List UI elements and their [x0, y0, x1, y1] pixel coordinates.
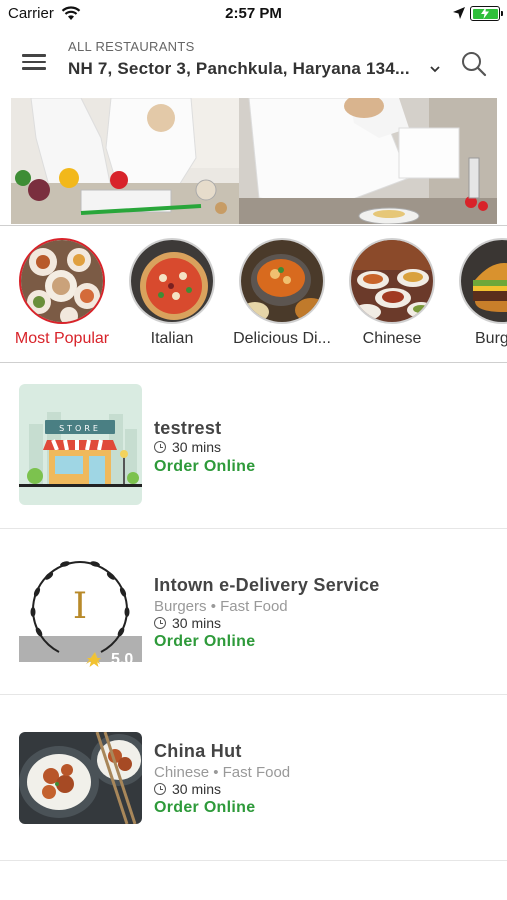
- star-icon: [87, 653, 101, 667]
- category-image: [459, 238, 507, 324]
- banner-image-chef-left: [11, 98, 239, 224]
- chevron-down-icon[interactable]: [429, 64, 441, 74]
- clock-icon: [154, 617, 166, 629]
- logo-letter: I: [73, 586, 87, 627]
- order-online-link[interactable]: Order Online: [154, 799, 255, 817]
- order-online-link[interactable]: Order Online: [154, 458, 255, 476]
- clock-icon: [154, 441, 166, 453]
- restaurant-thumbnail: [19, 732, 142, 824]
- category-burgers[interactable]: Burg: [447, 238, 507, 348]
- category-label: Delicious Di...: [233, 330, 331, 347]
- cuisine-tags: Chinese • Fast Food: [154, 764, 291, 781]
- category-chinese[interactable]: Chinese: [337, 238, 447, 348]
- status-bar: Carrier 2:57 PM: [0, 0, 507, 28]
- restaurant-thumbnail: I 5.0: [19, 552, 142, 673]
- category-image: [129, 238, 215, 324]
- location-arrow-icon: [453, 7, 465, 19]
- category-label: Burg: [475, 330, 507, 347]
- divider: [0, 860, 507, 861]
- delivery-time: 30 mins: [154, 615, 221, 631]
- rating-value: 5.0: [111, 651, 134, 668]
- category-image: [349, 238, 435, 324]
- category-carousel[interactable]: Most Popular Italian Delicious Di... Chi…: [0, 230, 507, 362]
- app-header: ALL RESTAURANTS NH 7, Sector 3, Panchkul…: [0, 28, 507, 98]
- restaurant-row-intown[interactable]: I 5.0 Intown e-Delivery Service Burgers …: [0, 528, 507, 694]
- search-icon[interactable]: [460, 50, 488, 78]
- cuisine-tags: Burgers • Fast Food: [154, 598, 288, 615]
- header-caption: ALL RESTAURANTS: [68, 39, 195, 54]
- restaurant-thumbnail: STORE: [19, 384, 142, 505]
- banner-image-chef-right: [239, 98, 497, 224]
- store-sign-text: STORE: [59, 424, 101, 433]
- restaurant-row-china-hut[interactable]: China Hut Chinese • Fast Food 30 mins Or…: [0, 694, 507, 860]
- divider: [0, 225, 507, 226]
- category-image: [19, 238, 105, 324]
- clock-icon: [154, 783, 166, 795]
- restaurant-name: Intown e-Delivery Service: [154, 575, 380, 595]
- battery-icon: [470, 6, 503, 21]
- category-label: Most Popular: [14, 330, 110, 347]
- category-label: Chinese: [362, 330, 422, 347]
- category-italian[interactable]: Italian: [117, 238, 227, 348]
- category-most-popular[interactable]: Most Popular: [7, 238, 117, 348]
- delivery-time: 30 mins: [154, 781, 221, 797]
- location-selector[interactable]: NH 7, Sector 3, Panchkula, Haryana 134..…: [68, 59, 410, 79]
- delivery-time: 30 mins: [154, 439, 221, 455]
- category-delicious-dishes[interactable]: Delicious Di...: [227, 238, 337, 348]
- category-image: [239, 238, 325, 324]
- restaurant-row-testrest[interactable]: STORE testrest 30 mins Order Online: [0, 362, 507, 528]
- status-time: 2:57 PM: [225, 5, 282, 22]
- order-online-link[interactable]: Order Online: [154, 633, 255, 651]
- restaurant-name: testrest: [154, 418, 222, 438]
- menu-icon[interactable]: [22, 54, 46, 72]
- category-label: Italian: [150, 330, 194, 347]
- promo-banner[interactable]: [11, 98, 497, 224]
- restaurant-name: China Hut: [154, 741, 242, 761]
